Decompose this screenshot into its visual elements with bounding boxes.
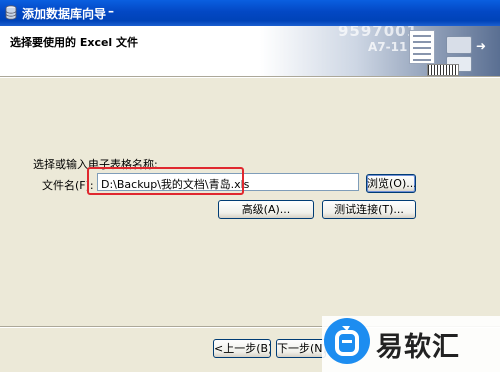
window-title: 添加数据库向导 [22, 7, 107, 21]
banner-text: A7-11 [368, 40, 408, 54]
test-connection-button[interactable]: 测试连接(T)... [322, 200, 416, 219]
arrow-right-icon: ➜ [476, 39, 487, 53]
advanced-button[interactable]: 高级(A)... [218, 200, 314, 219]
banner-text: 9597001 [338, 26, 419, 40]
page-title: 选择要使用的 Excel 文件 [10, 36, 139, 49]
header-divider [0, 76, 500, 78]
back-button[interactable]: <上一步(B) [213, 339, 271, 358]
server-icon [446, 36, 472, 54]
watermark-text: 易软汇 [376, 332, 460, 363]
next-button[interactable]: 下一步(N) [276, 339, 326, 358]
watermark-logo-icon [324, 318, 370, 364]
wizard-header: 选择要使用的 Excel 文件 9597001 A7-11 ➜ [0, 26, 500, 76]
minimize-icon[interactable]: – [108, 4, 114, 18]
barcode-icon [427, 64, 459, 76]
document-icon [409, 30, 435, 64]
highlight-box [87, 167, 244, 195]
browse-button[interactable]: 浏览(O)... [366, 174, 416, 193]
title-bar: 添加数据库向导 – [0, 0, 500, 26]
database-icon [5, 5, 17, 20]
file-name-label: 文件名(F): [42, 179, 94, 192]
